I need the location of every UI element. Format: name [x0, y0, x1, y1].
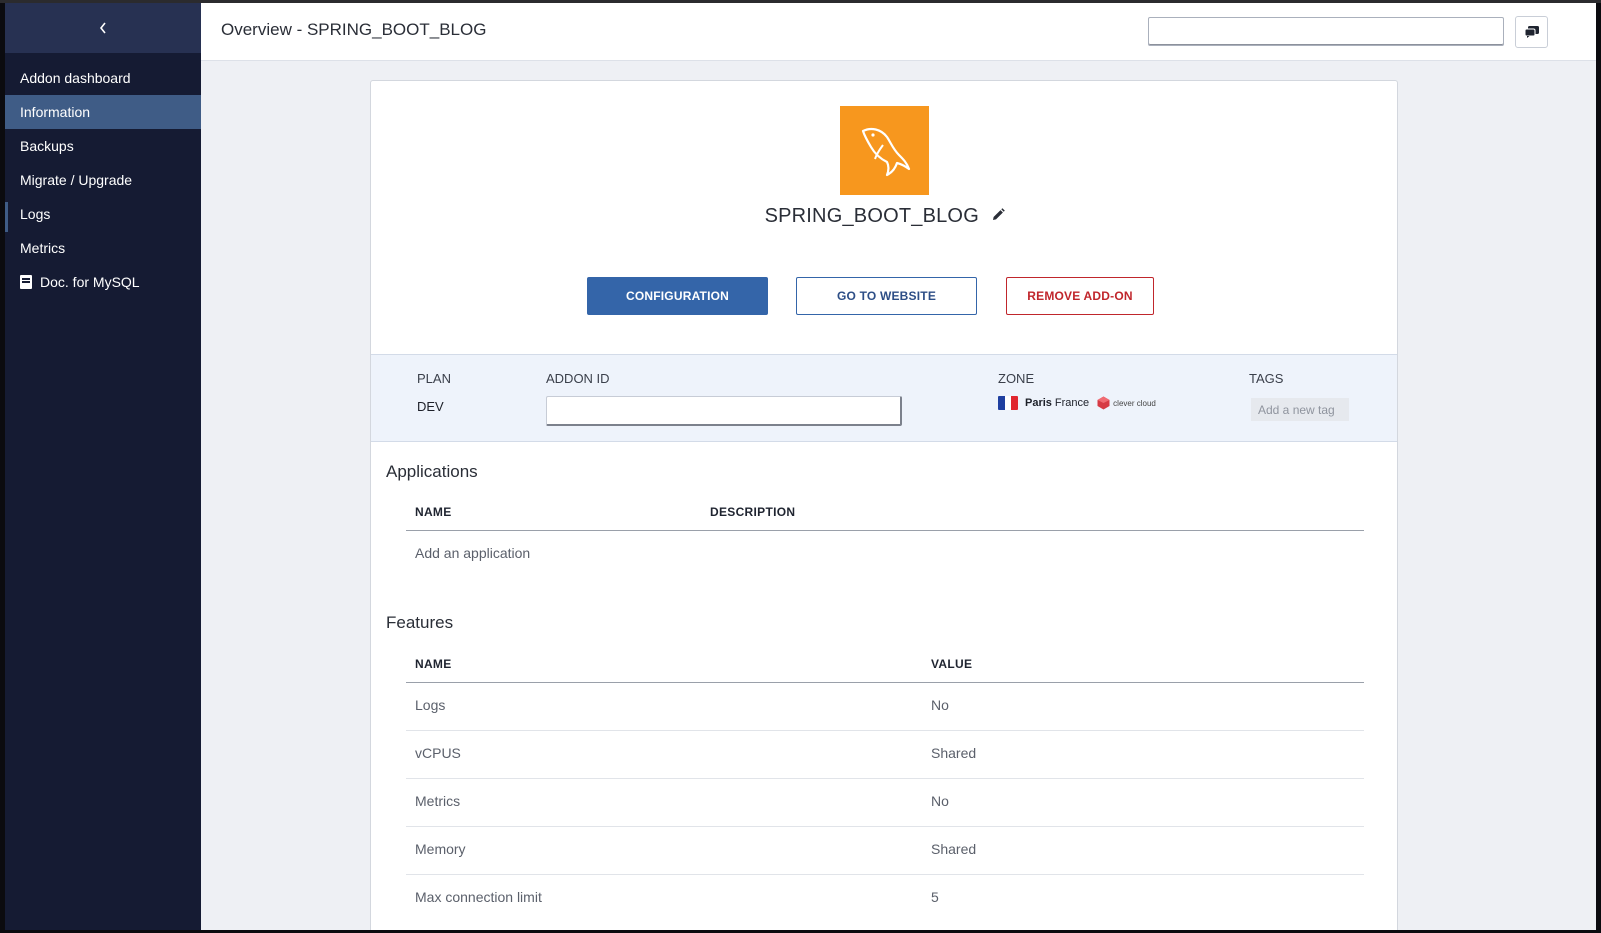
sidebar-scroll-marker [5, 202, 8, 232]
book-icon [20, 275, 32, 289]
sidebar: Addon dashboard Information Backups Migr… [5, 3, 201, 930]
mysql-dolphin-icon [861, 127, 910, 176]
tag-input[interactable] [1251, 398, 1349, 421]
chevron-left-icon [99, 22, 106, 34]
applications-title: Applications [386, 462, 478, 481]
applications-header-divider [406, 530, 1364, 531]
feature-name: Logs [415, 697, 446, 713]
feature-name: Memory [415, 841, 466, 857]
row-divider [406, 826, 1364, 827]
clever-cloud-icon [1097, 396, 1110, 410]
feature-value: No [931, 793, 949, 809]
sidebar-item-label: Logs [20, 206, 51, 222]
feature-value: Shared [931, 841, 977, 857]
applications-header-name: NAME [415, 505, 452, 519]
sidebar-item-label: Addon dashboard [20, 70, 131, 86]
row-divider [406, 730, 1364, 731]
sidebar-item-logs[interactable]: Logs [5, 197, 201, 231]
page-title: Overview - SPRING_BOOT_BLOG [221, 20, 487, 39]
pencil-icon[interactable] [991, 208, 1006, 227]
app-screen: Addon dashboard Information Backups Migr… [5, 3, 1596, 930]
sidebar-item-information[interactable]: Information [5, 95, 201, 129]
feature-name: vCPUS [415, 745, 461, 761]
sidebar-item-migrate-upgrade[interactable]: Migrate / Upgrade [5, 163, 201, 197]
addon-title: SPRING_BOOT_BLOG [371, 205, 1397, 228]
row-divider [406, 874, 1364, 875]
zone-country: France [1054, 397, 1090, 409]
addon-name: SPRING_BOOT_BLOG [764, 205, 979, 227]
applications-header-description: DESCRIPTION [710, 505, 796, 519]
go-to-website-button[interactable]: GO TO WEBSITE [796, 277, 977, 315]
sidebar-item-backups[interactable]: Backups [5, 129, 201, 163]
sidebar-item-addon-dashboard[interactable]: Addon dashboard [5, 61, 201, 95]
sidebar-item-label: Information [20, 104, 91, 120]
row-divider [406, 778, 1364, 779]
zone-value: Paris France clever cloud [998, 396, 1156, 410]
features-header-value: VALUE [931, 657, 973, 671]
search-input[interactable] [1148, 17, 1504, 46]
sidebar-item-label: Migrate / Upgrade [20, 172, 133, 188]
tags-label: TAGS [1249, 371, 1284, 386]
addon-logo [840, 106, 929, 195]
addon-overview-card: SPRING_BOOT_BLOG CONFIGURATION GO TO WEB… [370, 80, 1398, 930]
addon-id-label: ADDON ID [546, 371, 610, 386]
chat-button[interactable] [1515, 16, 1548, 48]
sidebar-item-label: Metrics [20, 240, 66, 256]
sidebar-item-label: Doc. for MySQL [40, 274, 140, 290]
feature-name: Max connection limit [415, 889, 542, 905]
plan-value: DEV [417, 399, 444, 414]
zone-label: ZONE [998, 371, 1035, 386]
sidebar-item-doc-mysql[interactable]: Doc. for MySQL [5, 265, 201, 299]
zone-city: Paris [1025, 397, 1052, 409]
chat-icon [1524, 26, 1539, 38]
configuration-button[interactable]: CONFIGURATION [587, 277, 768, 315]
zone-provider: clever cloud [1113, 398, 1156, 408]
feature-value: No [931, 697, 949, 713]
features-header-divider [406, 682, 1364, 683]
plan-label: PLAN [417, 371, 451, 386]
clever-cloud-logo: clever cloud [1097, 396, 1156, 410]
features-title: Features [386, 613, 454, 632]
collapse-sidebar-button[interactable] [5, 3, 201, 53]
page-header: Overview - SPRING_BOOT_BLOG [201, 3, 1596, 61]
addon-id-field[interactable] [546, 396, 902, 426]
feature-value: 5 [931, 889, 939, 905]
addon-info-band: PLAN DEV ADDON ID ZONE Paris France clev… [371, 354, 1397, 442]
remove-addon-button[interactable]: REMOVE ADD-ON [1006, 277, 1154, 315]
sidebar-item-metrics[interactable]: Metrics [5, 231, 201, 265]
france-flag-icon [998, 396, 1018, 410]
sidebar-item-label: Backups [20, 138, 74, 154]
sidebar-nav: Addon dashboard Information Backups Migr… [5, 53, 201, 299]
features-header-name: NAME [415, 657, 452, 671]
feature-value: Shared [931, 745, 977, 761]
feature-name: Metrics [415, 793, 461, 809]
add-application-link[interactable]: Add an application [415, 545, 530, 561]
